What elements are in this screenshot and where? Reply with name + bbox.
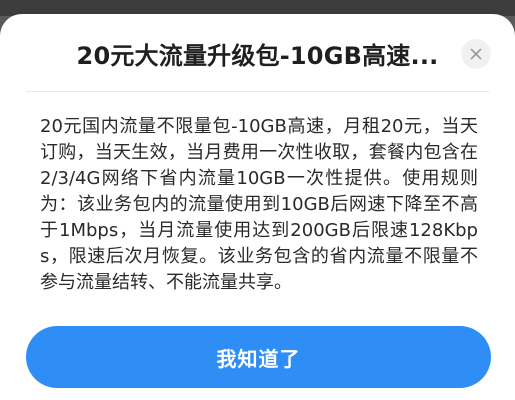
close-button[interactable]: [461, 39, 491, 69]
package-info-dialog: 20元大流量升级包-10GB高速... 20元国内流量不限量包-10GB高速，月…: [0, 14, 515, 400]
dialog-title: 20元大流量升级包-10GB高速...: [76, 42, 439, 70]
package-description: 20元国内流量不限量包-10GB高速，月租20元，当天订购，当天生效，当月费用一…: [40, 116, 478, 293]
close-icon: [470, 48, 482, 60]
confirm-button[interactable]: 我知道了: [26, 326, 491, 388]
divider: [26, 91, 489, 92]
